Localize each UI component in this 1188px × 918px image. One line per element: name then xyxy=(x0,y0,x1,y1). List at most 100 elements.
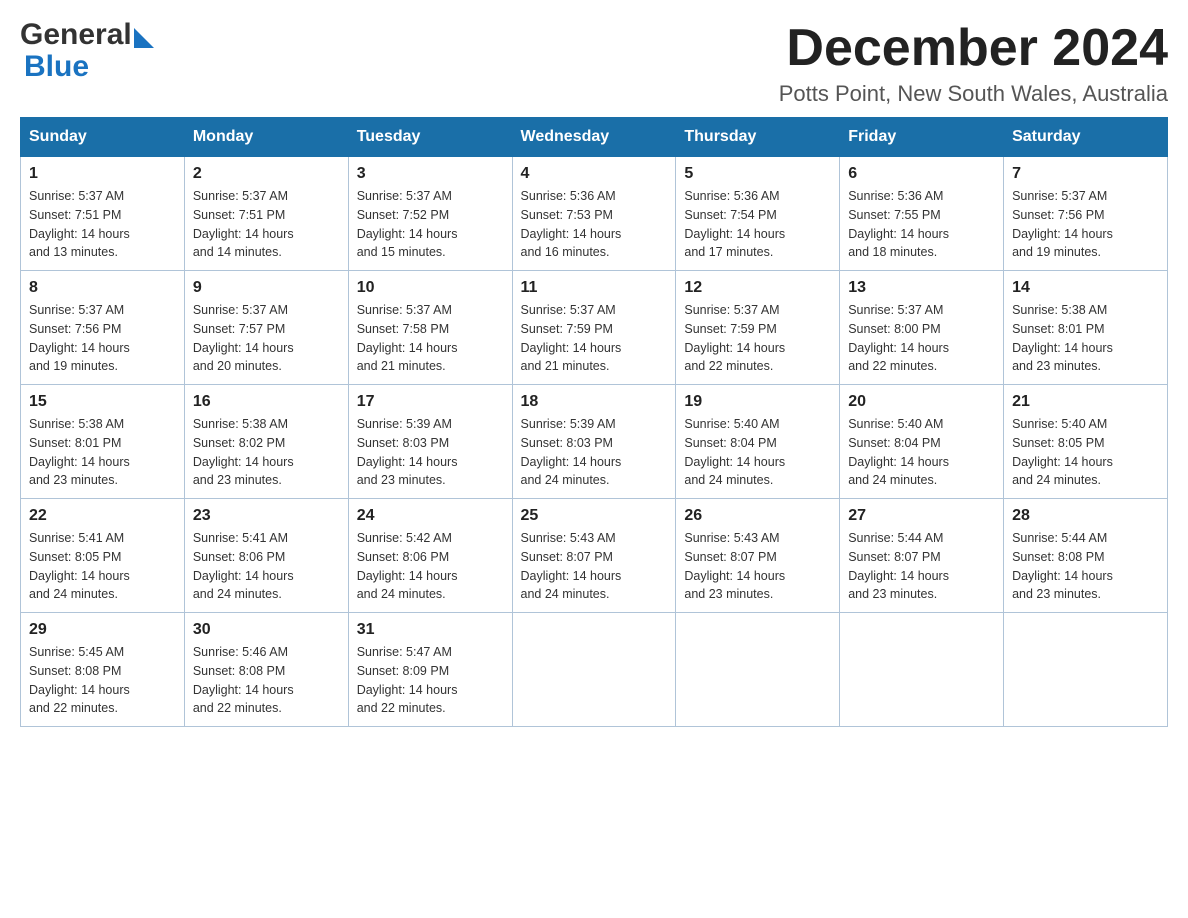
calendar-cell: 21 Sunrise: 5:40 AMSunset: 8:05 PMDayligh… xyxy=(1004,385,1168,499)
day-number: 23 xyxy=(193,507,340,525)
day-info: Sunrise: 5:39 AMSunset: 8:03 PMDaylight:… xyxy=(521,415,668,490)
day-info: Sunrise: 5:37 AMSunset: 7:59 PMDaylight:… xyxy=(521,301,668,376)
day-info: Sunrise: 5:38 AMSunset: 8:01 PMDaylight:… xyxy=(1012,301,1159,376)
calendar-cell: 14 Sunrise: 5:38 AMSunset: 8:01 PMDayligh… xyxy=(1004,271,1168,385)
day-number: 13 xyxy=(848,279,995,297)
calendar-cell: 7Sunrise: 5:37 AMSunset: 7:56 PMDaylight… xyxy=(1004,157,1168,271)
day-number: 11 xyxy=(521,279,668,297)
logo-general-text: General xyxy=(20,20,132,50)
day-info: Sunrise: 5:37 AMSunset: 7:58 PMDaylight:… xyxy=(357,301,504,376)
calendar-cell: 5 Sunrise: 5:36 AMSunset: 7:54 PMDaylight… xyxy=(676,157,840,271)
day-info: Sunrise: 5:37 AMSunset: 8:00 PMDaylight:… xyxy=(848,301,995,376)
day-info: Sunrise: 5:44 AMSunset: 8:08 PMDaylight:… xyxy=(1012,529,1159,604)
day-number: 28 xyxy=(1012,507,1159,525)
day-info: Sunrise: 5:37 AMSunset: 7:52 PMDaylight:… xyxy=(357,187,504,262)
calendar-cell: 1 Sunrise: 5:37 AMSunset: 7:51 PMDaylight… xyxy=(21,157,185,271)
day-number: 1 xyxy=(29,165,176,183)
calendar-cell: 8 Sunrise: 5:37 AMSunset: 7:56 PMDaylight… xyxy=(21,271,185,385)
day-number: 2 xyxy=(193,165,340,183)
calendar-cell: 3 Sunrise: 5:37 AMSunset: 7:52 PMDaylight… xyxy=(348,157,512,271)
page-header: General Blue December 2024 Potts Point, … xyxy=(20,20,1168,107)
calendar-cell: 16 Sunrise: 5:38 AMSunset: 8:02 PMDayligh… xyxy=(184,385,348,499)
col-thursday: Thursday xyxy=(676,118,840,157)
calendar-week-row: 15 Sunrise: 5:38 AMSunset: 8:01 PMDayligh… xyxy=(21,385,1168,499)
day-number: 8 xyxy=(29,279,176,297)
calendar-cell: 9 Sunrise: 5:37 AMSunset: 7:57 PMDaylight… xyxy=(184,271,348,385)
day-info: Sunrise: 5:45 AMSunset: 8:08 PMDaylight:… xyxy=(29,643,176,718)
calendar-cell: 12Sunrise: 5:37 AMSunset: 7:59 PMDayligh… xyxy=(676,271,840,385)
day-number: 19 xyxy=(684,393,831,411)
calendar-cell: 24 Sunrise: 5:42 AMSunset: 8:06 PMDayligh… xyxy=(348,499,512,613)
calendar-table: Sunday Monday Tuesday Wednesday Thursday… xyxy=(20,117,1168,727)
day-info: Sunrise: 5:41 AMSunset: 8:05 PMDaylight:… xyxy=(29,529,176,604)
calendar-week-row: 1 Sunrise: 5:37 AMSunset: 7:51 PMDaylight… xyxy=(21,157,1168,271)
day-info: Sunrise: 5:41 AMSunset: 8:06 PMDaylight:… xyxy=(193,529,340,604)
calendar-cell xyxy=(840,613,1004,727)
day-number: 7 xyxy=(1012,165,1159,183)
day-number: 26 xyxy=(684,507,831,525)
day-info: Sunrise: 5:37 AMSunset: 7:51 PMDaylight:… xyxy=(29,187,176,262)
calendar-cell: 6 Sunrise: 5:36 AMSunset: 7:55 PMDaylight… xyxy=(840,157,1004,271)
day-number: 15 xyxy=(29,393,176,411)
day-number: 3 xyxy=(357,165,504,183)
calendar-cell: 20Sunrise: 5:40 AMSunset: 8:04 PMDayligh… xyxy=(840,385,1004,499)
calendar-cell: 10 Sunrise: 5:37 AMSunset: 7:58 PMDayligh… xyxy=(348,271,512,385)
calendar-week-row: 22 Sunrise: 5:41 AMSunset: 8:05 PMDayligh… xyxy=(21,499,1168,613)
calendar-cell: 18 Sunrise: 5:39 AMSunset: 8:03 PMDayligh… xyxy=(512,385,676,499)
day-number: 27 xyxy=(848,507,995,525)
day-info: Sunrise: 5:38 AMSunset: 8:01 PMDaylight:… xyxy=(29,415,176,490)
day-info: Sunrise: 5:40 AMSunset: 8:05 PMDaylight:… xyxy=(1012,415,1159,490)
day-info: Sunrise: 5:46 AMSunset: 8:08 PMDaylight:… xyxy=(193,643,340,718)
day-info: Sunrise: 5:40 AMSunset: 8:04 PMDaylight:… xyxy=(684,415,831,490)
day-info: Sunrise: 5:39 AMSunset: 8:03 PMDaylight:… xyxy=(357,415,504,490)
col-tuesday: Tuesday xyxy=(348,118,512,157)
calendar-cell: 27 Sunrise: 5:44 AMSunset: 8:07 PMDayligh… xyxy=(840,499,1004,613)
calendar-cell: 17 Sunrise: 5:39 AMSunset: 8:03 PMDayligh… xyxy=(348,385,512,499)
day-number: 29 xyxy=(29,621,176,639)
day-number: 21 xyxy=(1012,393,1159,411)
calendar-header-row: Sunday Monday Tuesday Wednesday Thursday… xyxy=(21,118,1168,157)
calendar-cell: 19 Sunrise: 5:40 AMSunset: 8:04 PMDayligh… xyxy=(676,385,840,499)
day-info: Sunrise: 5:40 AMSunset: 8:04 PMDaylight:… xyxy=(848,415,995,490)
day-info: Sunrise: 5:47 AMSunset: 8:09 PMDaylight:… xyxy=(357,643,504,718)
day-number: 17 xyxy=(357,393,504,411)
day-number: 18 xyxy=(521,393,668,411)
day-number: 9 xyxy=(193,279,340,297)
day-info: Sunrise: 5:43 AMSunset: 8:07 PMDaylight:… xyxy=(684,529,831,604)
calendar-cell: 13 Sunrise: 5:37 AMSunset: 8:00 PMDayligh… xyxy=(840,271,1004,385)
day-number: 22 xyxy=(29,507,176,525)
calendar-cell: 15 Sunrise: 5:38 AMSunset: 8:01 PMDayligh… xyxy=(21,385,185,499)
day-number: 14 xyxy=(1012,279,1159,297)
day-info: Sunrise: 5:38 AMSunset: 8:02 PMDaylight:… xyxy=(193,415,340,490)
day-number: 31 xyxy=(357,621,504,639)
location-subtitle: Potts Point, New South Wales, Australia xyxy=(779,81,1168,107)
col-sunday: Sunday xyxy=(21,118,185,157)
day-number: 10 xyxy=(357,279,504,297)
logo: General Blue xyxy=(20,20,154,84)
calendar-cell: 23 Sunrise: 5:41 AMSunset: 8:06 PMDayligh… xyxy=(184,499,348,613)
month-title: December 2024 xyxy=(779,20,1168,77)
day-number: 24 xyxy=(357,507,504,525)
calendar-cell: 11 Sunrise: 5:37 AMSunset: 7:59 PMDayligh… xyxy=(512,271,676,385)
day-number: 25 xyxy=(521,507,668,525)
col-friday: Friday xyxy=(840,118,1004,157)
calendar-cell: 26 Sunrise: 5:43 AMSunset: 8:07 PMDayligh… xyxy=(676,499,840,613)
day-info: Sunrise: 5:36 AMSunset: 7:53 PMDaylight:… xyxy=(521,187,668,262)
day-info: Sunrise: 5:42 AMSunset: 8:06 PMDaylight:… xyxy=(357,529,504,604)
day-info: Sunrise: 5:36 AMSunset: 7:55 PMDaylight:… xyxy=(848,187,995,262)
calendar-cell xyxy=(676,613,840,727)
calendar-cell: 22 Sunrise: 5:41 AMSunset: 8:05 PMDayligh… xyxy=(21,499,185,613)
col-monday: Monday xyxy=(184,118,348,157)
calendar-cell: 31 Sunrise: 5:47 AMSunset: 8:09 PMDayligh… xyxy=(348,613,512,727)
day-info: Sunrise: 5:37 AMSunset: 7:57 PMDaylight:… xyxy=(193,301,340,376)
day-info: Sunrise: 5:43 AMSunset: 8:07 PMDaylight:… xyxy=(521,529,668,604)
day-number: 16 xyxy=(193,393,340,411)
day-info: Sunrise: 5:44 AMSunset: 8:07 PMDaylight:… xyxy=(848,529,995,604)
day-number: 5 xyxy=(684,165,831,183)
title-area: December 2024 Potts Point, New South Wal… xyxy=(779,20,1168,107)
day-number: 6 xyxy=(848,165,995,183)
calendar-cell: 28 Sunrise: 5:44 AMSunset: 8:08 PMDayligh… xyxy=(1004,499,1168,613)
day-info: Sunrise: 5:37 AMSunset: 7:56 PMDaylight:… xyxy=(29,301,176,376)
calendar-cell xyxy=(512,613,676,727)
day-info: Sunrise: 5:36 AMSunset: 7:54 PMDaylight:… xyxy=(684,187,831,262)
